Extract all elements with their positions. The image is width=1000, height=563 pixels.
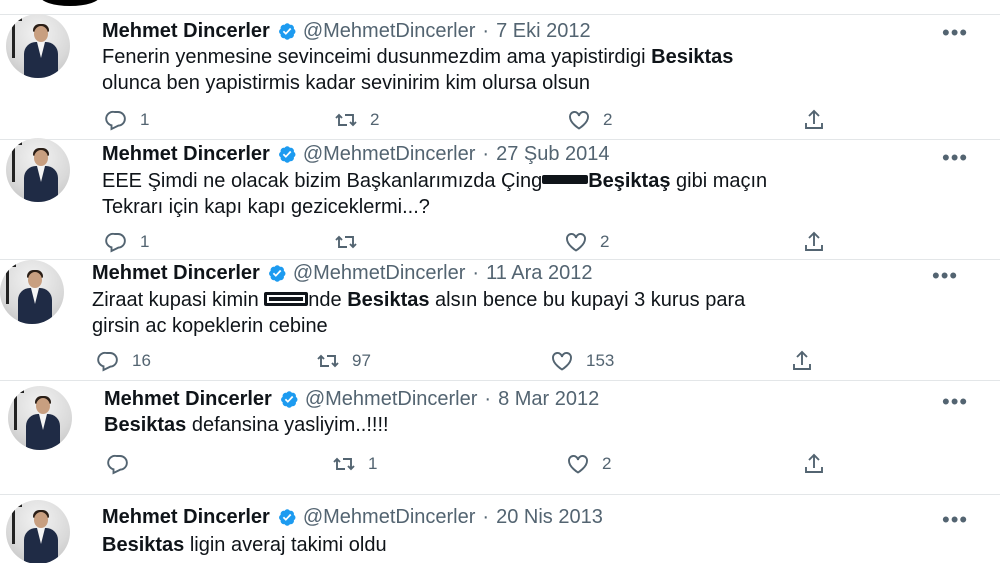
like-button[interactable]: 2 (567, 108, 612, 132)
user-handle[interactable]: @MehmetDincerler (305, 388, 478, 411)
tweet-header: Mehmet Dincerler @MehmetDincerler · 20 N… (102, 506, 603, 529)
like-button[interactable]: 153 (550, 349, 614, 373)
user-handle[interactable]: @MehmetDincerler (293, 262, 466, 285)
like-count: 2 (602, 454, 612, 473)
reply-icon (96, 349, 120, 373)
top-band (0, 0, 1000, 14)
retweet-count: 1 (368, 454, 378, 473)
user-name[interactable]: Mehmet Dincerler (92, 262, 260, 285)
censor-mark (542, 175, 589, 185)
divider (0, 380, 1000, 381)
user-name[interactable]: Mehmet Dincerler (104, 388, 272, 411)
divider (0, 139, 1000, 140)
tweet-text: Besiktas ligin averaj takimi oldu (102, 534, 387, 556)
share-button[interactable] (802, 108, 826, 132)
verified-badge-icon (276, 21, 297, 42)
verified-badge-icon (266, 263, 287, 284)
verified-badge-icon (276, 507, 297, 528)
like-icon (566, 452, 590, 476)
reply-button[interactable]: 16 (96, 349, 151, 373)
retweet-icon (316, 349, 340, 373)
cropped-shape (40, 0, 100, 6)
tweet-text: Ziraat kupasi kimin nde Besiktas alsın b… (92, 289, 746, 337)
separator-dot: · (482, 20, 490, 42)
more-options-icon[interactable]: ••• (942, 391, 968, 413)
divider (0, 14, 1000, 15)
share-button[interactable] (790, 349, 814, 373)
retweet-icon (334, 230, 358, 254)
separator-dot: · (472, 262, 480, 284)
reply-button[interactable]: 1 (104, 108, 149, 132)
share-icon (802, 452, 826, 476)
tweet-text: EEE Şimdi ne olacak bizim Başkanlarımızd… (102, 170, 768, 218)
tweet-date[interactable]: 7 Eki 2012 (496, 20, 591, 43)
more-options-icon[interactable]: ••• (942, 509, 968, 531)
like-button[interactable]: 2 (566, 452, 611, 476)
user-handle[interactable]: @MehmetDincerler (303, 506, 476, 529)
tweet-date[interactable]: 11 Ara 2012 (486, 262, 592, 285)
avatar[interactable] (6, 14, 70, 78)
reply-icon (104, 108, 128, 132)
tweet-text: Besiktas defansina yasliyim..!!!! (104, 414, 389, 436)
retweet-icon (332, 452, 356, 476)
tweet-header: Mehmet Dincerler @MehmetDincerler · 8 Ma… (104, 388, 599, 411)
user-handle[interactable]: @MehmetDincerler (303, 20, 476, 43)
avatar[interactable] (8, 386, 72, 450)
reply-icon (104, 230, 128, 254)
share-icon (802, 108, 826, 132)
tweet-header: Mehmet Dincerler @MehmetDincerler · 11 A… (92, 262, 592, 285)
share-icon (802, 230, 826, 254)
tweet-date[interactable]: 20 Nis 2013 (496, 506, 603, 529)
retweet-count: 97 (352, 351, 371, 370)
like-count: 153 (586, 351, 615, 370)
retweet-button[interactable]: 97 (316, 349, 371, 373)
like-count: 2 (600, 232, 610, 251)
reply-count: 16 (132, 351, 151, 370)
separator-dot: · (482, 143, 490, 165)
tweet-header: Mehmet Dincerler @MehmetDincerler · 7 Ek… (102, 20, 591, 43)
share-icon (790, 349, 814, 373)
reply-icon (106, 452, 130, 476)
avatar[interactable] (6, 500, 70, 563)
divider (0, 259, 1000, 260)
retweet-button[interactable]: 1 (332, 452, 377, 476)
avatar[interactable] (6, 138, 70, 202)
tweet-text: Fenerin yenmesine sevinceimi dusunmezdim… (102, 46, 734, 94)
reply-button[interactable]: 1 (104, 230, 149, 254)
reply-count: 1 (140, 232, 150, 251)
like-icon (567, 108, 591, 132)
retweet-button[interactable]: 2 (334, 108, 379, 132)
reply-count: 1 (140, 110, 150, 129)
tweet-header: Mehmet Dincerler @MehmetDincerler · 27 Ş… (102, 143, 610, 166)
divider (0, 494, 1000, 495)
more-options-icon[interactable]: ••• (942, 147, 968, 169)
reply-button[interactable] (106, 452, 142, 476)
censor-mark (264, 291, 309, 306)
user-name[interactable]: Mehmet Dincerler (102, 506, 270, 529)
share-button[interactable] (802, 230, 826, 254)
verified-badge-icon (278, 389, 299, 410)
tweet-date[interactable]: 27 Şub 2014 (496, 143, 609, 166)
retweet-button[interactable] (334, 230, 370, 254)
like-icon (564, 230, 588, 254)
retweet-count: 2 (370, 110, 380, 129)
user-handle[interactable]: @MehmetDincerler (303, 143, 476, 166)
like-button[interactable]: 2 (564, 230, 609, 254)
more-options-icon[interactable]: ••• (942, 22, 968, 44)
like-count: 2 (603, 110, 613, 129)
avatar[interactable] (0, 260, 64, 324)
user-name[interactable]: Mehmet Dincerler (102, 143, 270, 166)
tweet-date[interactable]: 8 Mar 2012 (498, 388, 599, 411)
like-icon (550, 349, 574, 373)
retweet-icon (334, 108, 358, 132)
verified-badge-icon (276, 144, 297, 165)
separator-dot: · (484, 388, 492, 410)
more-options-icon[interactable]: ••• (932, 265, 958, 287)
separator-dot: · (482, 506, 490, 528)
user-name[interactable]: Mehmet Dincerler (102, 20, 270, 43)
share-button[interactable] (802, 452, 826, 476)
